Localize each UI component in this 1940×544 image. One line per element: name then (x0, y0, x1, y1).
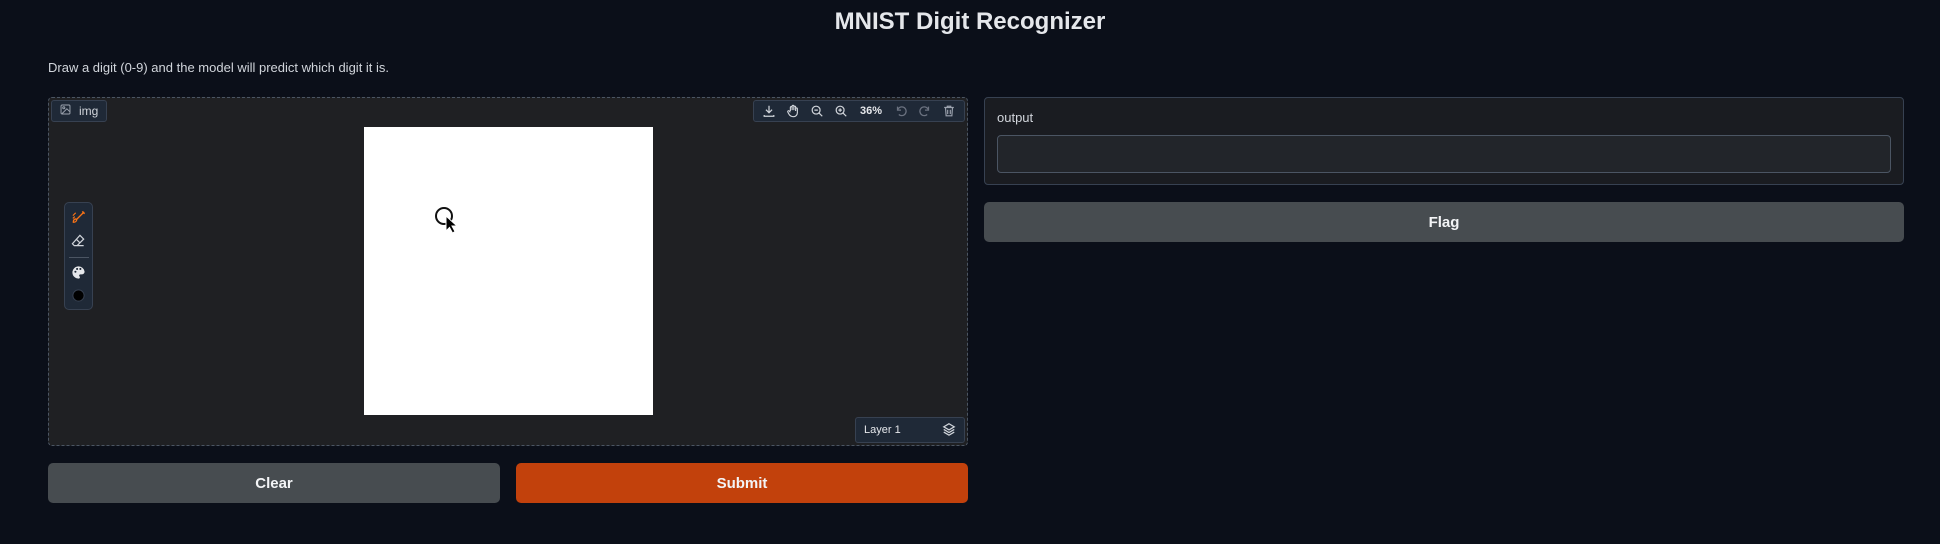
layer-selector[interactable]: Layer 1 (855, 417, 965, 443)
zoom-level: 36% (859, 105, 882, 117)
drawing-canvas[interactable] (364, 127, 653, 415)
image-editor: img 36% Layer 1 (48, 97, 968, 446)
clear-button[interactable]: Clear (48, 463, 500, 503)
download-icon[interactable] (758, 101, 780, 121)
layer-label: Layer 1 (864, 424, 901, 436)
tool-divider (68, 257, 89, 258)
output-field[interactable] (997, 135, 1891, 173)
page-title: MNIST Digit Recognizer (834, 8, 1106, 35)
drawing-tools (64, 202, 93, 310)
redo-icon[interactable] (914, 101, 936, 121)
zoom-in-icon[interactable] (830, 101, 852, 121)
brush-cursor-icon (435, 207, 459, 233)
editor-toolbar: 36% (752, 100, 965, 122)
brush-icon[interactable] (68, 207, 90, 227)
flag-button[interactable]: Flag (984, 202, 1904, 242)
output-label: output (997, 110, 1034, 125)
trash-icon[interactable] (938, 101, 960, 121)
zoom-out-icon[interactable] (806, 101, 828, 121)
pan-icon[interactable] (782, 101, 804, 121)
layers-icon (942, 422, 956, 439)
image-label: img (79, 104, 99, 118)
page-description: Draw a digit (0-9) and the model will pr… (48, 60, 390, 75)
output-panel: output (984, 97, 1904, 185)
eraser-icon[interactable] (68, 230, 90, 250)
submit-button[interactable]: Submit (516, 463, 968, 503)
color-swatch[interactable] (68, 286, 90, 306)
image-label-badge: img (51, 100, 108, 122)
undo-icon[interactable] (890, 101, 912, 121)
palette-icon[interactable] (68, 263, 90, 283)
image-icon (60, 104, 71, 118)
